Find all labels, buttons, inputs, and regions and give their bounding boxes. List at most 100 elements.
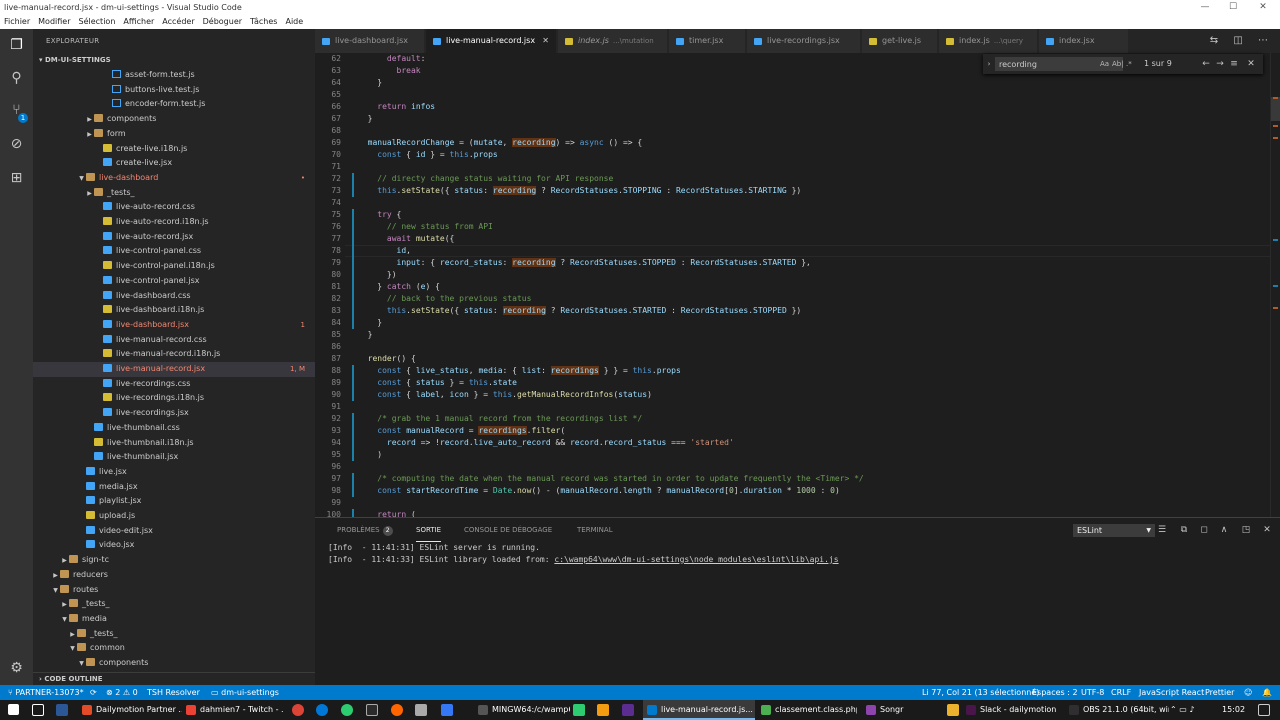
maximize-button[interactable]: ☐: [1218, 0, 1248, 15]
code-line[interactable]: 73 this.setState({ status: recording ? R…: [315, 185, 1275, 197]
tree-folder[interactable]: ▼ common: [33, 641, 315, 656]
debug-icon[interactable]: ⊘: [8, 136, 25, 153]
tab-problems[interactable]: PROBLÈMES 2: [337, 518, 393, 542]
tree-file[interactable]: video.jsx: [33, 538, 315, 553]
chevron-right-icon[interactable]: ▶: [85, 187, 94, 202]
tree-folder[interactable]: ▶ reducers: [33, 568, 315, 583]
task-view-icon[interactable]: [32, 704, 44, 716]
code-outline-header[interactable]: › CODE OUTLINE: [33, 672, 315, 685]
chrome-icon[interactable]: [292, 704, 304, 716]
tree-file[interactable]: live-recordings.jsx: [33, 406, 315, 421]
code-line[interactable]: 100 return (: [315, 509, 1275, 517]
code-line[interactable]: 84 }: [315, 317, 1275, 329]
workspace-folder[interactable]: ▭ dm-ui-settings: [211, 685, 279, 700]
chevron-down-icon[interactable]: ▼: [77, 657, 86, 672]
chevron-right-icon[interactable]: ▶: [68, 628, 77, 643]
notifications-icon[interactable]: [1258, 704, 1270, 716]
code-line[interactable]: 95 ): [315, 449, 1275, 461]
chevron-right-icon[interactable]: ▶: [85, 113, 94, 128]
code-line[interactable]: 67 }: [315, 113, 1275, 125]
tree-file[interactable]: live-recordings.i18n.js: [33, 391, 315, 406]
taskbar-window-button[interactable]: Dailymotion Partner ...: [78, 700, 182, 720]
code-line[interactable]: 75 try {: [315, 209, 1275, 221]
tree-file[interactable]: live-auto-record.css: [33, 200, 315, 215]
code-line[interactable]: 70 const { id } = this.props: [315, 149, 1275, 161]
feedback-smiley-icon[interactable]: ☺: [1244, 685, 1252, 700]
app-icon[interactable]: [366, 704, 378, 716]
code-line[interactable]: 92 /* grab the 1 manual record from the …: [315, 413, 1275, 425]
find-in-selection-icon[interactable]: ≡: [1228, 57, 1240, 71]
code-line[interactable]: 98 const startRecordTime = Date.now() - …: [315, 485, 1275, 497]
tree-file[interactable]: playlist.jsx: [33, 494, 315, 509]
app-icon[interactable]: [391, 704, 403, 716]
close-find-icon[interactable]: ✕: [1245, 57, 1257, 71]
chevron-down-icon[interactable]: ▼: [68, 642, 77, 657]
tree-folder[interactable]: ▶ form: [33, 127, 315, 142]
file-explorer-icon[interactable]: [597, 704, 609, 716]
tree-file[interactable]: live-manual-record.jsx 1, M: [33, 362, 315, 377]
problems-summary[interactable]: ⊗ 2 ⚠ 0: [106, 685, 138, 700]
tree-folder[interactable]: ▶ sign-tc: [33, 553, 315, 568]
tree-file[interactable]: live-dashboard.css: [33, 289, 315, 304]
cursor-position[interactable]: Li 77, Col 21 (13 sélectionné): [922, 685, 1039, 700]
language-mode[interactable]: JavaScript React: [1139, 685, 1204, 700]
code-line[interactable]: 88 const { live_status, media: { list: r…: [315, 365, 1275, 377]
tree-folder[interactable]: ▼ live-dashboard •: [33, 171, 315, 186]
code-line[interactable]: 65: [315, 89, 1275, 101]
code-line[interactable]: 91: [315, 401, 1275, 413]
tab-debug-console[interactable]: CONSOLE DE DÉBOGAGE: [464, 518, 552, 542]
taskbar-window-button[interactable]: dahmien7 - Twitch - ...: [182, 700, 284, 720]
maximize-panel-icon[interactable]: ∧: [1217, 523, 1231, 537]
code-line[interactable]: 80 }): [315, 269, 1275, 281]
tree-file[interactable]: create-live.i18n.js: [33, 142, 315, 157]
tree-file[interactable]: live-auto-record.jsx: [33, 230, 315, 245]
windows-start-icon[interactable]: [8, 704, 19, 715]
chevron-down-icon[interactable]: ▼: [51, 584, 60, 599]
previous-match-icon[interactable]: ←: [1200, 57, 1212, 71]
editor-tab[interactable]: live-dashboard.jsx: [315, 29, 425, 53]
tree-folder[interactable]: ▶ components: [33, 112, 315, 127]
editor-tab[interactable]: get-live.js: [862, 29, 938, 53]
settings-gear-icon[interactable]: ⚙: [8, 660, 25, 677]
tree-file[interactable]: buttons-live.test.js: [33, 83, 315, 98]
taskbar-window-button[interactable]: classement.class.php...: [757, 700, 857, 720]
tree-file[interactable]: live-manual-record.css: [33, 333, 315, 348]
tab-output[interactable]: SORTIE: [416, 518, 442, 542]
output-file-link[interactable]: c:\wamp64\www\dm-ui-settings\node_module…: [554, 555, 838, 564]
menu-edit[interactable]: Modifier: [38, 15, 70, 29]
editor-scrollbar[interactable]: [1270, 53, 1280, 517]
chevron-down-icon[interactable]: ▼: [77, 172, 86, 187]
code-line[interactable]: 71: [315, 161, 1275, 173]
tree-folder[interactable]: ▼ components: [33, 656, 315, 671]
editor-tab[interactable]: timer.jsx: [669, 29, 746, 53]
system-tray-icons[interactable]: ⌃ ▭ ♪: [1170, 700, 1194, 720]
encoding[interactable]: UTF-8: [1081, 685, 1104, 700]
indentation[interactable]: Espaces : 2: [1032, 685, 1078, 700]
taskbar-window-button[interactable]: Slack - dailymotion: [962, 700, 1060, 720]
minimize-button[interactable]: —: [1190, 0, 1220, 15]
explorer-icon[interactable]: ❐: [8, 37, 25, 54]
tree-folder[interactable]: ▶ _tests_: [33, 627, 315, 642]
editor-tab[interactable]: live-manual-record.jsx ✕: [426, 29, 557, 53]
tree-folder[interactable]: ▶ _tests_: [33, 597, 315, 612]
code-line[interactable]: 87 render() {: [315, 353, 1275, 365]
code-line[interactable]: 83 this.setState({ status: recording ? R…: [315, 305, 1275, 317]
notification-bell-icon[interactable]: 🔔: [1262, 685, 1272, 700]
tsh-resolver[interactable]: TSH Resolver: [147, 685, 200, 700]
match-case-toggle[interactable]: Aa: [1100, 57, 1109, 71]
next-match-icon[interactable]: →: [1214, 57, 1226, 71]
code-line[interactable]: 90 const { label, icon } = this.getManua…: [315, 389, 1275, 401]
lock-scroll-icon[interactable]: ⧉: [1177, 523, 1191, 537]
editor-tab[interactable]: index.js ...\query: [939, 29, 1038, 53]
editor-tab[interactable]: live-recordings.jsx: [747, 29, 861, 53]
open-log-icon[interactable]: ◻: [1197, 523, 1211, 537]
app-icon[interactable]: [947, 704, 959, 716]
code-line[interactable]: 86: [315, 341, 1275, 353]
toggle-replace-icon[interactable]: ›: [983, 57, 995, 71]
line-ending[interactable]: CRLF: [1111, 685, 1131, 700]
sync-icon[interactable]: ⟳: [90, 685, 97, 700]
close-tab-icon[interactable]: ✕: [542, 29, 549, 53]
app-icon[interactable]: [573, 704, 585, 716]
regex-toggle[interactable]: .*: [1126, 57, 1132, 71]
menu-go[interactable]: Accéder: [162, 15, 194, 29]
